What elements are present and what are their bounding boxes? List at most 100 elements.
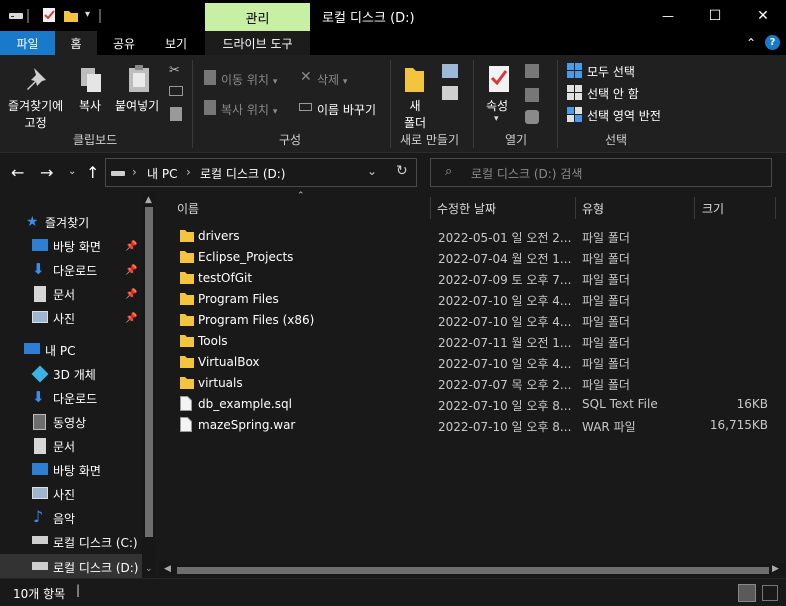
copy-button[interactable]: 복사 bbox=[79, 97, 101, 114]
tab-drive-tools[interactable]: 드라이브 도구 bbox=[205, 31, 310, 55]
file-row[interactable]: Program Files (x86) 2022-07-10 일 오후 4... 파… bbox=[170, 310, 780, 331]
scroll-up-icon[interactable]: ▲ bbox=[145, 195, 152, 205]
large-icons-view-icon[interactable] bbox=[762, 585, 778, 601]
nav-label: 즐겨찾기 bbox=[45, 215, 90, 230]
file-row[interactable]: VirtualBox 2022-07-10 일 오후 4... 파일 폴더 bbox=[170, 352, 780, 373]
file-type: SQL Text File bbox=[582, 397, 658, 411]
column-divider[interactable] bbox=[575, 197, 576, 219]
file-name: testOfGit bbox=[198, 271, 253, 285]
nav-downloads[interactable]: ⬇ 다운로드 📌 bbox=[0, 258, 142, 282]
help-icon[interactable]: ? bbox=[765, 35, 780, 50]
ribbon-separator bbox=[473, 60, 474, 148]
refresh-icon[interactable]: ↻ bbox=[396, 163, 408, 179]
nav-desktop[interactable]: 바탕 화면 📌 bbox=[0, 234, 142, 258]
breadcrumb-this-pc[interactable]: 내 PC bbox=[147, 165, 177, 182]
paste-button[interactable]: 붙여넣기 bbox=[115, 97, 159, 114]
file-modified: 2022-07-04 월 오전 1... bbox=[438, 252, 572, 266]
new-folder-button[interactable]: 새 폴더 bbox=[402, 97, 428, 131]
file-row[interactable]: drivers 2022-05-01 일 오전 2... 파일 폴더 bbox=[170, 226, 780, 247]
file-row[interactable]: Program Files 2022-07-10 일 오후 4... 파일 폴더 bbox=[170, 289, 780, 310]
file-row[interactable]: Eclipse_Projects 2022-07-04 월 오전 1... 파일 폴… bbox=[170, 247, 780, 268]
nav-pc-downloads[interactable]: ⬇ 다운로드 bbox=[0, 386, 142, 410]
back-arrow-icon[interactable]: ← bbox=[11, 163, 24, 182]
history-icon[interactable] bbox=[525, 110, 539, 124]
drive-icon[interactable] bbox=[8, 7, 24, 23]
context-tab-manage[interactable]: 관리 bbox=[205, 3, 310, 31]
nav-this-pc[interactable]: 내 PC bbox=[0, 338, 142, 362]
column-header-type[interactable]: 유형 bbox=[582, 195, 692, 221]
tab-file[interactable]: 파일 bbox=[0, 31, 55, 55]
delete-button[interactable]: 삭제 ▾ bbox=[317, 71, 347, 88]
search-placeholder[interactable]: 로컬 디스크 (D:) 검색 bbox=[471, 165, 582, 182]
nav-pc-pictures[interactable]: 사진 bbox=[0, 482, 142, 506]
column-divider[interactable] bbox=[694, 197, 695, 219]
rename-button[interactable]: 이름 바꾸기 bbox=[317, 101, 376, 118]
tab-home[interactable]: 홈 bbox=[55, 31, 97, 55]
file-row[interactable]: testOfGit 2022-07-09 토 오후 7... 파일 폴더 bbox=[170, 268, 780, 289]
up-arrow-icon[interactable]: ↑ bbox=[86, 163, 99, 182]
scroll-left-icon[interactable]: ◀ bbox=[164, 564, 171, 574]
new-group-label: 새로 만들기 bbox=[400, 133, 460, 147]
cut-icon[interactable]: ✂ bbox=[169, 63, 180, 78]
scrollbar-thumb[interactable] bbox=[145, 207, 153, 537]
nav-pictures[interactable]: 사진 📌 bbox=[0, 306, 142, 330]
pin-quick-access-button[interactable]: 즐겨찾기에 고정 bbox=[8, 97, 63, 131]
scrollbar-thumb[interactable] bbox=[177, 567, 769, 574]
details-view-icon[interactable] bbox=[738, 584, 756, 602]
nav-pc-desktop[interactable]: 바탕 화면 bbox=[0, 458, 142, 482]
breadcrumb-separator-icon[interactable]: › bbox=[186, 165, 191, 179]
select-none-button[interactable]: 선택 안 함 bbox=[587, 85, 639, 102]
nav-pane-scrollbar[interactable]: ▲ ⌄ bbox=[142, 193, 156, 578]
file-type: 파일 폴더 bbox=[582, 252, 630, 266]
tab-view[interactable]: 보기 bbox=[155, 31, 197, 55]
recent-locations-chevron-icon[interactable]: ⌄ bbox=[68, 166, 76, 177]
file-row[interactable]: mazeSpring.war 2022-07-10 일 오후 8... WAR 파일… bbox=[170, 415, 780, 436]
copy-to-button[interactable]: 복사 위치 ▾ bbox=[221, 101, 277, 118]
easy-access-icon[interactable] bbox=[442, 86, 458, 100]
maximize-button[interactable]: ☐ bbox=[692, 0, 738, 31]
move-to-button[interactable]: 이동 위치 ▾ bbox=[221, 71, 277, 88]
column-divider[interactable] bbox=[775, 197, 776, 219]
column-header-size[interactable]: 크기 bbox=[702, 195, 772, 221]
nav-3d-objects[interactable]: 3D 개체 bbox=[0, 362, 142, 386]
nav-pc-documents[interactable]: 문서 bbox=[0, 434, 142, 458]
folder-icon bbox=[180, 375, 194, 392]
nav-music[interactable]: ♪ 음악 bbox=[0, 506, 142, 530]
properties-button[interactable]: 속성 bbox=[486, 97, 508, 114]
properties-dropdown-icon[interactable]: ▾ bbox=[494, 114, 499, 124]
invert-selection-button[interactable]: 선택 영역 반전 bbox=[587, 107, 661, 124]
properties-quick-icon[interactable] bbox=[41, 7, 57, 23]
column-divider[interactable] bbox=[430, 197, 431, 219]
new-folder-line1: 새 bbox=[409, 99, 421, 113]
paste-shortcut-icon[interactable] bbox=[170, 107, 182, 121]
address-history-chevron-icon[interactable]: ⌄ bbox=[367, 164, 377, 178]
nav-quick-access[interactable]: ★ 즐겨찾기 bbox=[0, 210, 142, 234]
breadcrumb-separator-icon[interactable]: › bbox=[132, 165, 137, 179]
nav-videos[interactable]: 동영상 bbox=[0, 410, 142, 434]
nav-label: 다운로드 bbox=[53, 391, 98, 406]
scroll-right-icon[interactable]: ▶ bbox=[772, 564, 779, 574]
column-header-modified[interactable]: 수정한 날짜 bbox=[437, 195, 573, 221]
tab-share[interactable]: 공유 bbox=[105, 31, 143, 55]
select-all-button[interactable]: 모두 선택 bbox=[587, 63, 635, 80]
nav-local-disk-c[interactable]: 로컬 디스크 (C:) bbox=[0, 530, 142, 554]
nav-local-disk-d[interactable]: 로컬 디스크 (D:) bbox=[0, 554, 142, 578]
new-item-icon[interactable] bbox=[442, 64, 458, 78]
column-header-name[interactable]: 이름 bbox=[177, 195, 429, 221]
file-row[interactable]: db_example.sql 2022-07-10 일 오후 8... SQL Te… bbox=[170, 394, 780, 415]
file-row[interactable]: virtuals 2022-07-07 목 오후 2... 파일 폴더 bbox=[170, 373, 780, 394]
scroll-down-icon[interactable]: ⌄ bbox=[145, 564, 153, 574]
forward-arrow-icon[interactable]: → bbox=[40, 163, 53, 182]
nav-documents[interactable]: 문서 📌 bbox=[0, 282, 142, 306]
file-name: VirtualBox bbox=[198, 355, 260, 369]
collapse-ribbon-icon[interactable]: ⌃ bbox=[742, 31, 760, 55]
status-bar: 10개 항목 | bbox=[0, 578, 786, 606]
folder-icon bbox=[180, 228, 194, 245]
new-folder-quick-icon[interactable] bbox=[63, 7, 79, 23]
file-row[interactable]: Tools 2022-07-11 월 오전 1... 파일 폴더 bbox=[170, 331, 780, 352]
breadcrumb-drive-d[interactable]: 로컬 디스크 (D:) bbox=[200, 165, 285, 182]
copy-path-icon[interactable] bbox=[169, 86, 183, 96]
close-button[interactable]: ✕ bbox=[740, 0, 786, 31]
file-list-horizontal-scrollbar[interactable]: ◀ ▶ bbox=[159, 563, 786, 578]
minimize-button[interactable]: — bbox=[645, 0, 691, 31]
